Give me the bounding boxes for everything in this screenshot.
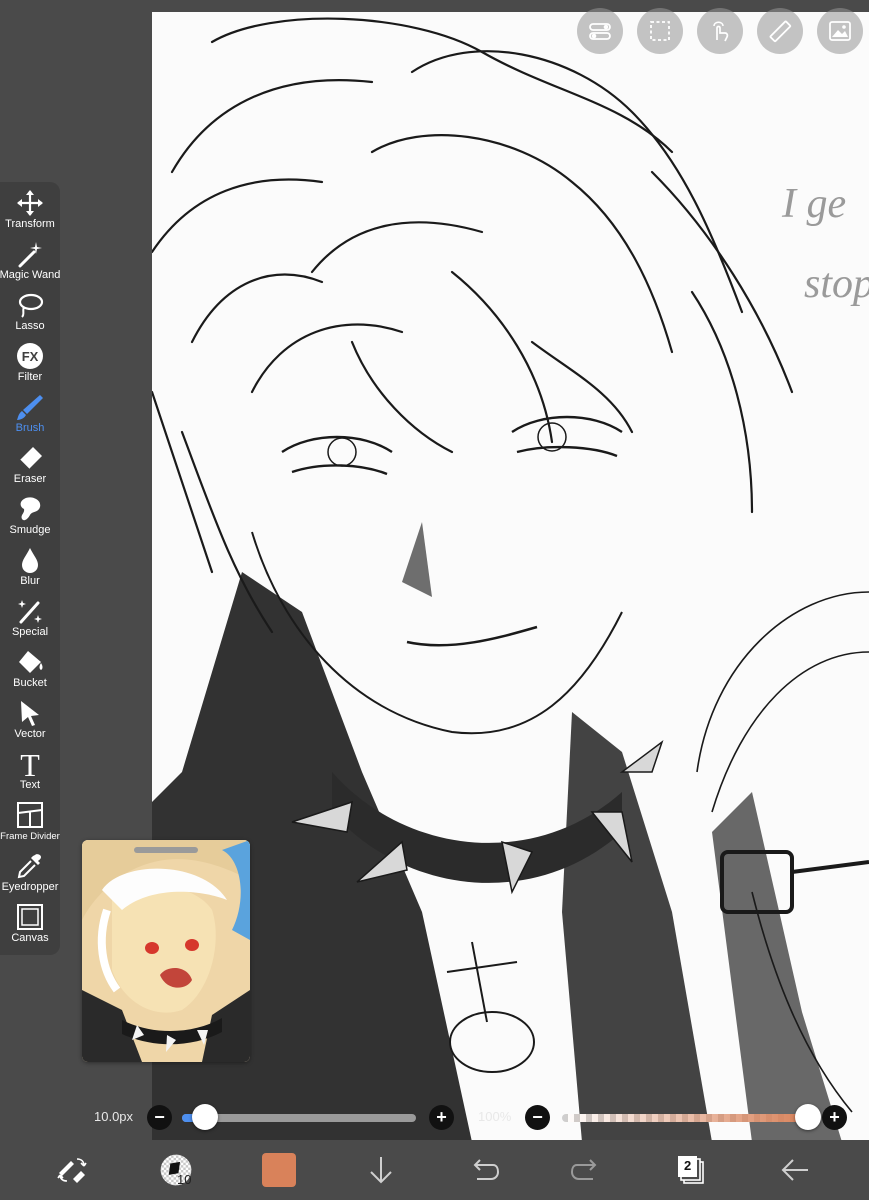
tool-label: Bucket [13, 677, 47, 689]
tool-eraser[interactable]: Eraser [0, 437, 60, 488]
tool-canvas[interactable]: Canvas [0, 896, 60, 947]
save-down-button[interactable] [361, 1152, 401, 1188]
top-tool-buttons [577, 8, 863, 54]
brush-eraser-swap-icon [57, 1158, 87, 1183]
tool-magic-wand[interactable]: Magic Wand [0, 233, 60, 284]
current-color-swatch [262, 1153, 296, 1187]
arrow-left-icon [781, 1159, 808, 1181]
tool-transform[interactable]: Transform [0, 182, 60, 233]
arrow-down-icon [370, 1157, 392, 1184]
color-picker-button[interactable] [259, 1152, 299, 1188]
tool-smudge[interactable]: Smudge [0, 488, 60, 539]
selection-icon [650, 21, 670, 41]
text-glyph: T [20, 750, 40, 778]
tool-label: Eyedropper [1, 881, 59, 893]
image-button[interactable] [817, 8, 863, 54]
handwritten-note-line1: I ge [781, 181, 846, 227]
tool-label: Magic Wand [0, 269, 61, 281]
undo-icon [473, 1159, 500, 1180]
tool-label: Eraser [13, 473, 47, 485]
brush-size-plus-button[interactable]: + [429, 1105, 454, 1130]
magic-wand-icon [18, 242, 42, 268]
tool-frame-divider[interactable]: Frame Divider [0, 794, 60, 845]
sketch-artwork: I ge stop [152, 17, 869, 1142]
tool-label: Smudge [9, 524, 51, 536]
tool-filter[interactable]: FX Filter [0, 335, 60, 386]
opacity-gradient [562, 1114, 808, 1122]
tool-label: Lasso [15, 320, 45, 332]
quick-menu-button[interactable] [52, 1152, 92, 1188]
tool-label: Transform [5, 218, 55, 230]
transform-icon [17, 190, 43, 216]
special-icon [18, 600, 42, 624]
tool-text[interactable]: T Text [0, 743, 60, 794]
tool-brush[interactable]: Brush [0, 386, 60, 437]
opacity-value: 100% [478, 1109, 512, 1124]
blur-drop-icon [22, 548, 38, 573]
eyedropper-icon [17, 854, 41, 879]
opacity-knob[interactable] [795, 1104, 821, 1130]
smudge-icon [20, 497, 41, 521]
lasso-icon [18, 293, 44, 318]
tool-label: Filter [17, 371, 43, 383]
layer-count: 2 [684, 1158, 692, 1173]
layer-toggle-button[interactable] [577, 8, 623, 54]
back-button[interactable] [775, 1152, 815, 1188]
tool-eyedropper[interactable]: Eyedropper [0, 845, 60, 896]
tool-label: Brush [15, 422, 45, 434]
eraser-icon [19, 447, 42, 470]
reference-window-grip[interactable] [134, 847, 198, 853]
undo-button[interactable] [464, 1152, 504, 1188]
reference-window[interactable] [82, 840, 250, 1062]
bucket-icon [19, 651, 43, 673]
layers-button[interactable]: 2 [670, 1152, 710, 1188]
vector-arrow-icon [21, 701, 39, 726]
brush-size-knob[interactable] [192, 1104, 219, 1130]
filter-fx-icon: FX [17, 343, 43, 369]
tool-label: Blur [20, 575, 40, 587]
tool-vector[interactable]: Vector [0, 692, 60, 743]
touch-button[interactable] [697, 8, 743, 54]
canvas-icon [17, 904, 43, 930]
brush-icon [17, 395, 43, 420]
ruler-button[interactable] [757, 8, 803, 54]
tool-lasso[interactable]: Lasso [0, 284, 60, 335]
tool-blur[interactable]: Blur [0, 539, 60, 590]
redo-button[interactable] [566, 1152, 606, 1188]
tool-label: Special [11, 626, 49, 638]
handwritten-note-line2: stop [804, 261, 869, 307]
opacity-minus-button[interactable]: − [525, 1105, 550, 1130]
text-icon: T [20, 750, 40, 778]
tool-label: Vector [14, 728, 46, 740]
drawing-canvas[interactable]: I ge stop [152, 12, 869, 1142]
filter-glyph: FX [22, 349, 39, 364]
brush-size-value: 10.0px [94, 1109, 134, 1124]
touch-icon [713, 21, 729, 42]
tool-bucket[interactable]: Bucket [0, 641, 60, 692]
left-toolbar: Transform Magic Wand Lasso FX Filter Bru… [0, 182, 60, 955]
tool-label: Canvas [11, 932, 49, 944]
tool-label: Text [19, 779, 41, 791]
layer-toggle-icon [589, 23, 611, 40]
tool-label: Frame Divider [0, 831, 60, 842]
redo-icon [570, 1159, 597, 1180]
image-icon [829, 21, 851, 41]
brush-size-badge: 10 [177, 1172, 192, 1187]
tool-special[interactable]: Special [0, 590, 60, 641]
slider-bar: 10.0px − + 100% − + [0, 1100, 869, 1136]
brush-size-preview[interactable]: 10 [155, 1152, 197, 1188]
brush-size-minus-button[interactable]: − [147, 1105, 172, 1130]
bottom-toolbar: 10 2 [0, 1140, 869, 1200]
opacity-plus-button[interactable]: + [822, 1105, 847, 1130]
reference-image [82, 840, 250, 1062]
frame-divider-icon [17, 802, 43, 828]
ruler-icon [769, 20, 792, 43]
opacity-slider[interactable] [562, 1114, 808, 1122]
selection-button[interactable] [637, 8, 683, 54]
